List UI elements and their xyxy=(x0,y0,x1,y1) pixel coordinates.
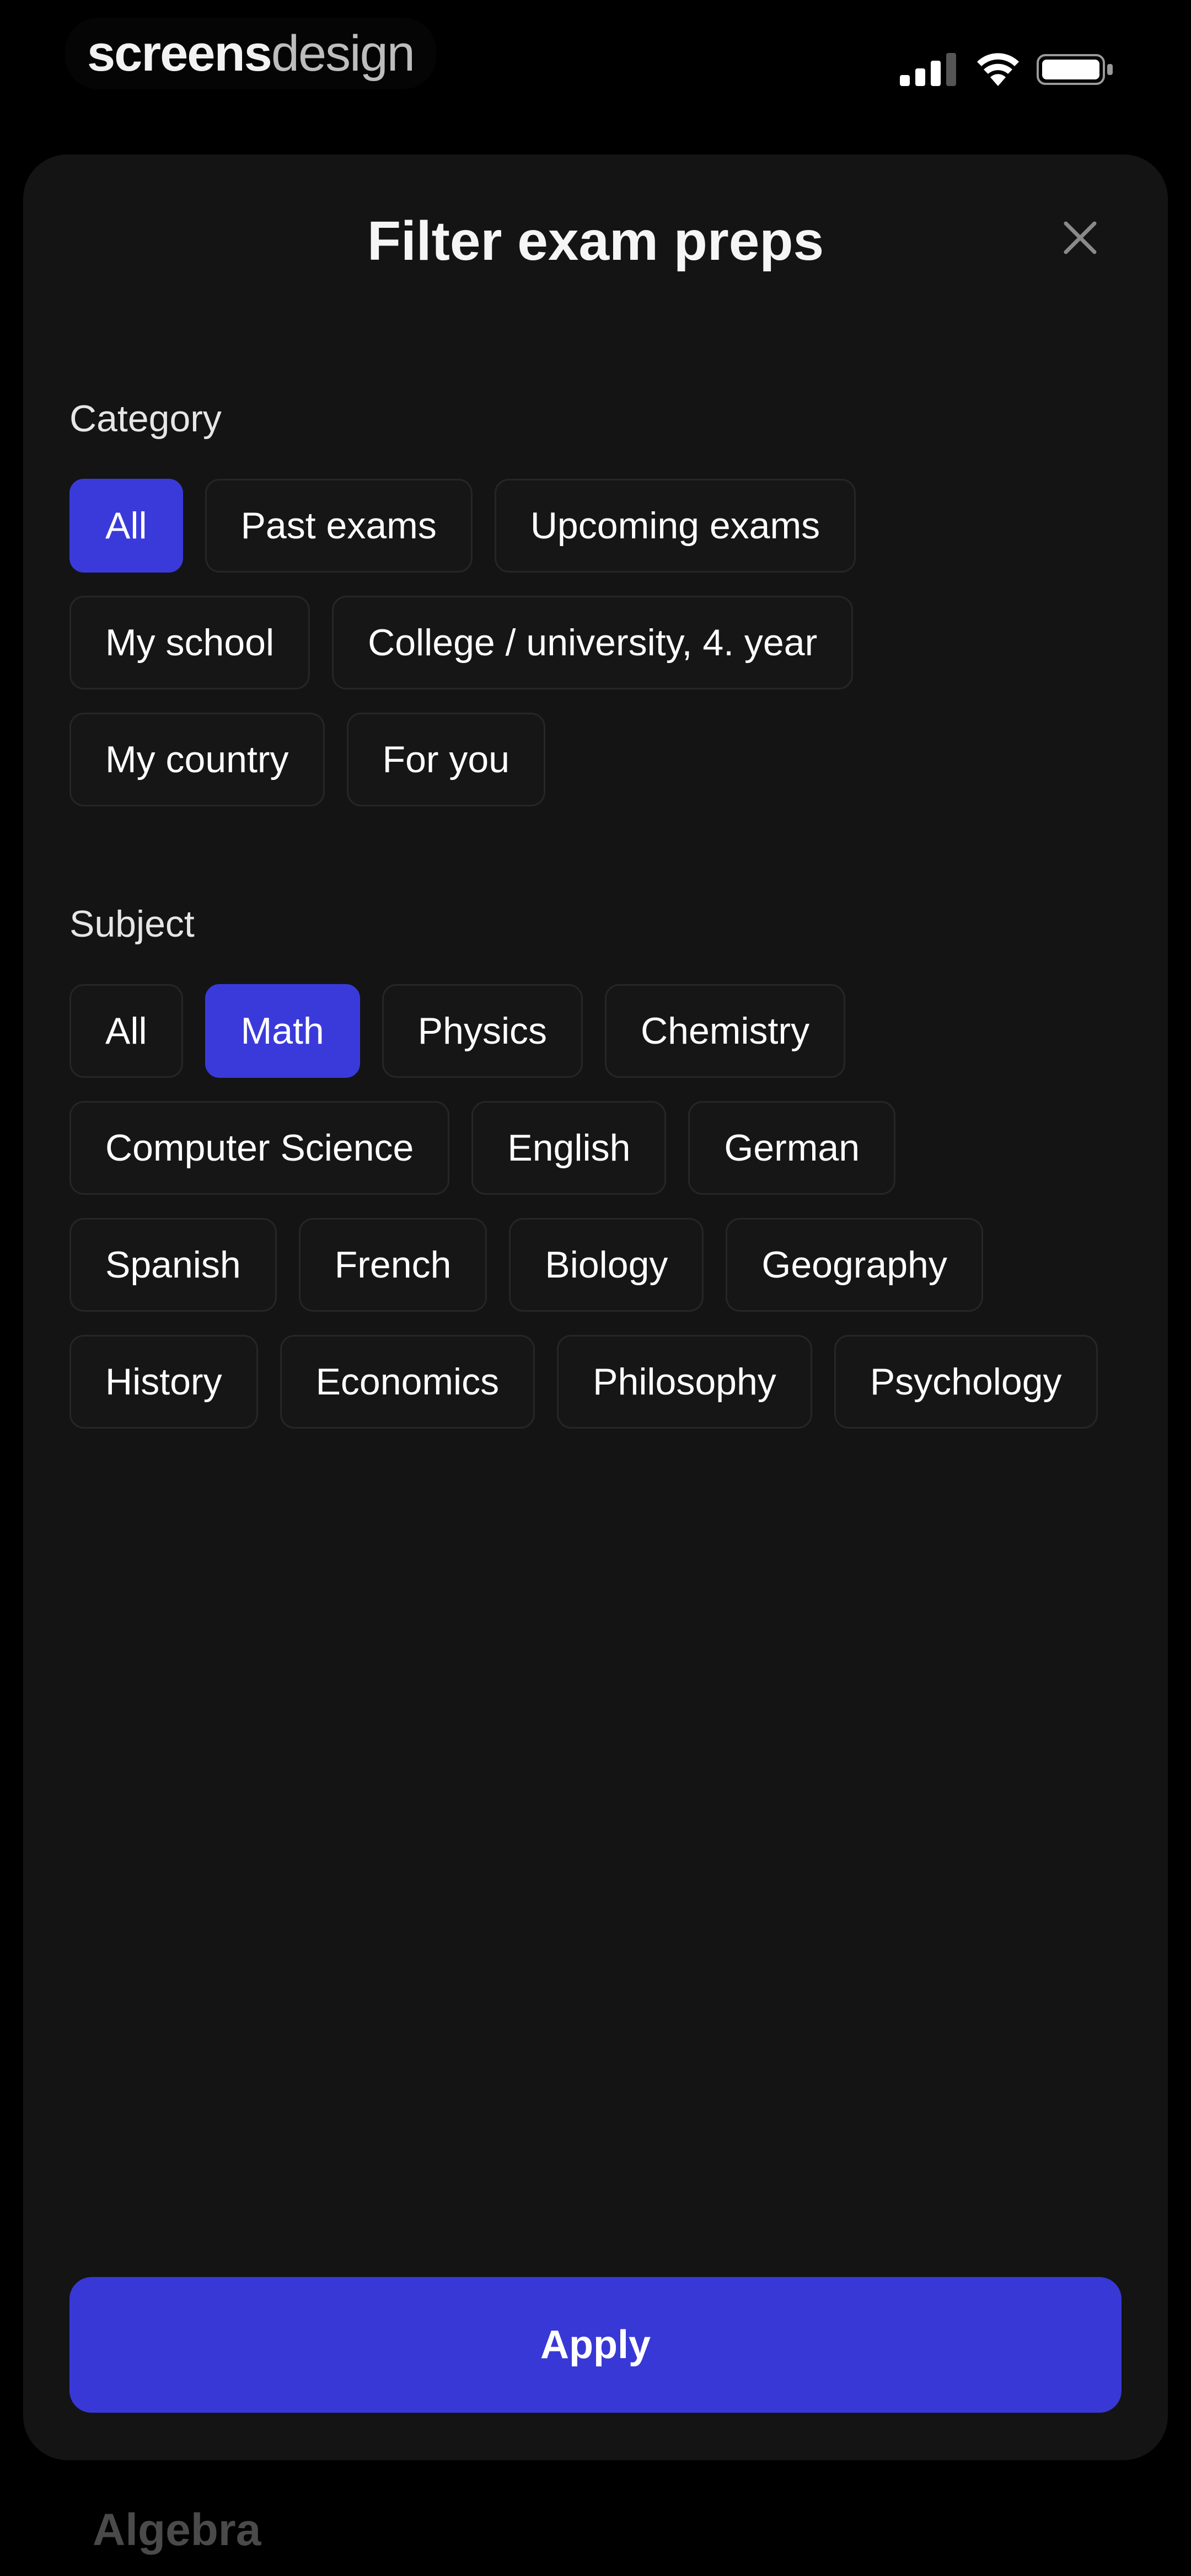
category-chip[interactable]: Upcoming exams xyxy=(494,479,856,573)
subject-chip[interactable]: Spanish xyxy=(69,1218,277,1312)
subject-chip[interactable]: History xyxy=(69,1335,258,1429)
subject-chip[interactable]: Math xyxy=(205,984,360,1078)
subject-chip[interactable]: Psychology xyxy=(834,1335,1098,1429)
category-chip[interactable]: My school xyxy=(69,596,310,690)
category-chip[interactable]: College / university, 4. year xyxy=(332,596,854,690)
sheet-title: Filter exam preps xyxy=(367,210,824,272)
battery-icon xyxy=(1037,54,1113,85)
background-topic-text: Algebra xyxy=(93,2505,261,2555)
subject-chip[interactable]: Biology xyxy=(509,1218,704,1312)
wifi-icon xyxy=(977,53,1019,86)
subject-chip-group: All Math Physics Chemistry Computer Science E… xyxy=(69,984,1106,1429)
category-chip-group: All Past exams Upcoming exams My school Coll… xyxy=(69,479,1106,806)
subject-chip[interactable]: German xyxy=(688,1101,896,1195)
category-chip[interactable]: All xyxy=(69,479,183,573)
category-chip[interactable]: Past exams xyxy=(205,479,473,573)
subject-chip[interactable]: Chemistry xyxy=(605,984,846,1078)
subject-label: Subject xyxy=(69,903,195,945)
subject-chip[interactable]: Economics xyxy=(280,1335,535,1429)
cellular-signal-icon xyxy=(900,53,956,86)
subject-chip[interactable]: Computer Science xyxy=(69,1101,450,1195)
subject-chip[interactable]: English xyxy=(471,1101,667,1195)
screensdesign-logo: screensdesign xyxy=(65,18,436,89)
status-bar: screensdesign xyxy=(0,0,1191,138)
close-button[interactable] xyxy=(1050,207,1110,268)
subject-chip[interactable]: Physics xyxy=(382,984,583,1078)
category-chip[interactable]: My country xyxy=(69,713,325,806)
close-icon xyxy=(1064,221,1097,254)
subject-chip[interactable]: Philosophy xyxy=(557,1335,812,1429)
logo-bold-text: screens xyxy=(87,25,272,82)
category-chip[interactable]: For you xyxy=(346,713,546,806)
subject-chip[interactable]: French xyxy=(298,1218,487,1312)
category-label: Category xyxy=(69,398,222,440)
apply-button[interactable]: Apply xyxy=(69,2277,1122,2413)
subject-chip[interactable]: All xyxy=(69,984,183,1078)
logo-light-text: design xyxy=(271,25,415,82)
filter-sheet: Filter exam preps Category All Past exams… xyxy=(23,154,1168,2460)
subject-chip[interactable]: Geography xyxy=(726,1218,983,1312)
